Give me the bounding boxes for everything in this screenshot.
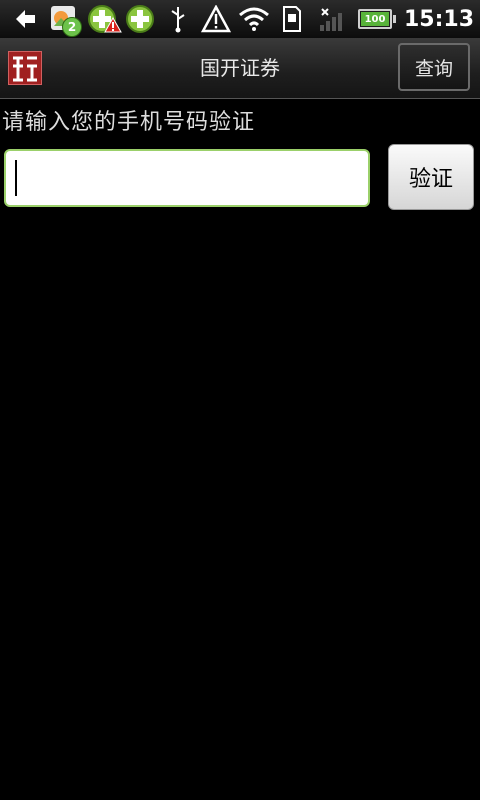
back-arrow-icon	[10, 3, 42, 35]
wifi-icon	[238, 3, 270, 35]
photo-notification-icon: 2	[48, 3, 82, 37]
status-bar: 2 100 15:13	[0, 0, 480, 38]
phone-verify-prompt: 请输入您的手机号码验证	[2, 110, 256, 135]
plus-app-icon	[86, 3, 122, 35]
battery-icon: 100	[358, 9, 396, 29]
query-button[interactable]: 查询	[398, 43, 470, 91]
battery-level-text: 100	[364, 13, 386, 25]
plus-app-icon	[124, 3, 156, 35]
usb-icon	[162, 3, 194, 35]
title-bar: 国开证券 查询	[0, 38, 480, 99]
sd-card-icon	[276, 3, 308, 35]
signal-icon	[314, 3, 346, 35]
notification-count-badge: 2	[62, 17, 82, 37]
warning-triangle-icon	[104, 16, 122, 37]
clock-time: 15:13	[404, 6, 475, 32]
phone-number-input[interactable]	[4, 149, 370, 207]
verify-button[interactable]: 验证	[388, 144, 474, 210]
text-cursor	[15, 160, 17, 196]
alert-icon	[200, 3, 232, 35]
